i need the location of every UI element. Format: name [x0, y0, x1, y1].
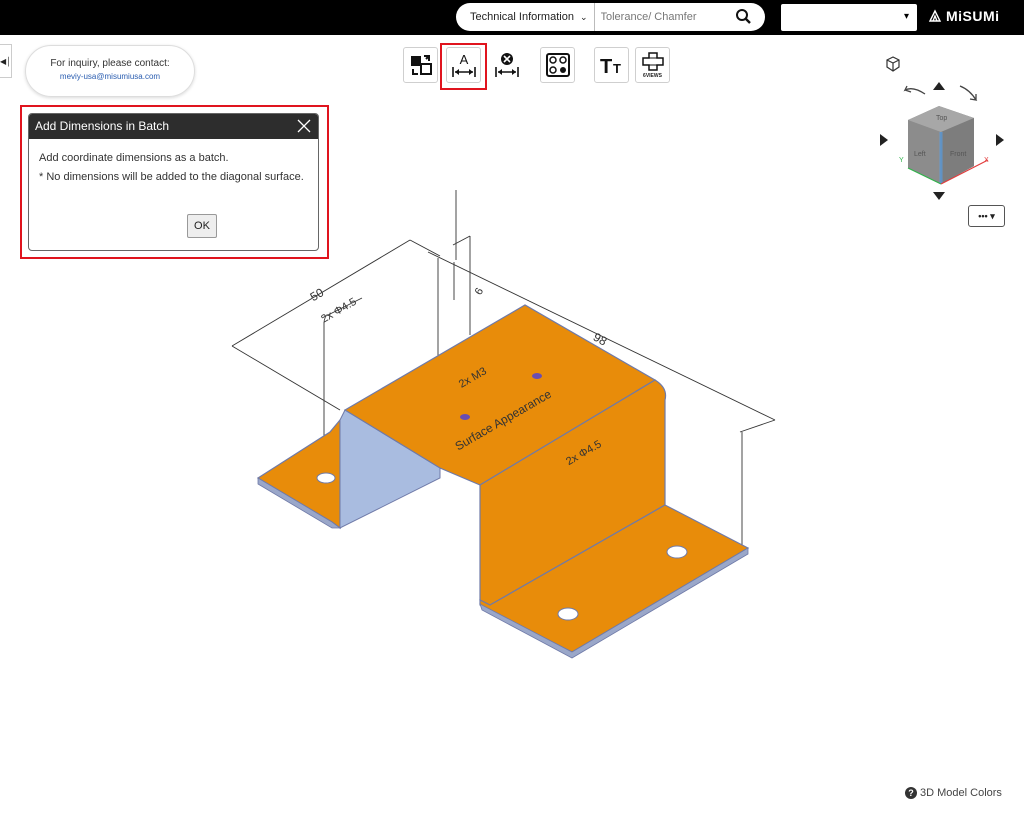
- search-input[interactable]: [598, 10, 733, 24]
- hole-note-left[interactable]: 2x Φ4.5: [319, 296, 359, 326]
- dimension-6[interactable]: 6: [473, 286, 486, 297]
- home-view-icon[interactable]: [885, 56, 901, 72]
- more-options-button[interactable]: ••• ▾: [968, 205, 1005, 227]
- hole: [316, 472, 336, 484]
- inquiry-text: For inquiry, please contact:: [50, 58, 170, 69]
- arrow-up-icon[interactable]: [933, 82, 945, 90]
- search-category-label: Technical Information: [470, 11, 574, 23]
- axis-x-label: X: [984, 157, 989, 164]
- delete-dimensions-button[interactable]: [489, 47, 524, 83]
- axis-y-label: Y: [899, 157, 904, 164]
- region-select[interactable]: ▾: [781, 4, 917, 31]
- dimension-50[interactable]: 50: [308, 285, 327, 304]
- rotate-left-arrow-icon[interactable]: [903, 85, 926, 95]
- hole: [557, 607, 579, 621]
- view-cube[interactable]: Top Left Front Y X: [870, 72, 1020, 202]
- help-icon: ?: [905, 787, 917, 799]
- dialog-title: Add Dimensions in Batch: [35, 119, 170, 133]
- logo-mark-icon: [928, 9, 942, 22]
- swap-icon: [410, 55, 432, 75]
- switch-view-button[interactable]: [403, 47, 438, 83]
- svg-text:T: T: [600, 56, 612, 76]
- six-views-label: 6VIEWS: [643, 72, 662, 79]
- tap-hole: [532, 373, 542, 379]
- cube-face-front[interactable]: Front: [950, 151, 966, 158]
- search-icon[interactable]: [735, 8, 753, 26]
- logo-text: MiSUMi: [946, 8, 1000, 24]
- close-icon[interactable]: [296, 118, 312, 134]
- dialog-message-line1: Add coordinate dimensions as a batch.: [39, 152, 229, 164]
- svg-text:T: T: [613, 61, 621, 76]
- six-views-button[interactable]: 6VIEWS: [635, 47, 670, 83]
- rotate-right-arrow-icon[interactable]: [959, 85, 978, 101]
- hole-view-button[interactable]: [540, 47, 575, 83]
- hole: [666, 545, 688, 559]
- arrow-right-icon[interactable]: [996, 134, 1004, 146]
- tap-hole: [460, 414, 470, 420]
- arrow-down-icon[interactable]: [933, 192, 945, 200]
- top-bar: Technical Information ⌄ ▾ MiSUMi: [0, 0, 1024, 35]
- search-category-dropdown[interactable]: Technical Information ⌄: [456, 3, 595, 31]
- cube-face-left[interactable]: Left: [914, 151, 926, 158]
- inquiry-email-link[interactable]: meviy-usa@misumiusa.com: [26, 72, 194, 81]
- sheet-metal-model[interactable]: 50 2x Φ4.5 98 6 2x M3 Surface Appearance…: [210, 180, 790, 670]
- search-box: Technical Information ⌄: [456, 3, 765, 31]
- chevron-down-icon: ⌄: [579, 11, 588, 22]
- chevron-down-icon: ▾: [903, 11, 909, 22]
- collapse-panel-button[interactable]: ◀│: [0, 44, 12, 78]
- arrow-left-icon[interactable]: [880, 134, 888, 146]
- highlight-frame: [440, 43, 487, 90]
- dialog-header: Add Dimensions in Batch: [29, 114, 318, 139]
- dimension-x-icon: [494, 53, 519, 77]
- model-colors-label: 3D Model Colors: [920, 787, 1002, 799]
- inquiry-contact: For inquiry, please contact: meviy-usa@m…: [25, 45, 195, 97]
- text-size-button[interactable]: T T: [594, 47, 629, 83]
- holes-icon: [545, 53, 570, 77]
- cube-face-top[interactable]: Top: [936, 115, 947, 122]
- model-colors-link[interactable]: ? 3D Model Colors: [905, 787, 1002, 799]
- text-size-icon: T T: [600, 56, 621, 76]
- misumi-logo[interactable]: MiSUMi: [928, 8, 1000, 24]
- six-views-icon: [641, 51, 664, 71]
